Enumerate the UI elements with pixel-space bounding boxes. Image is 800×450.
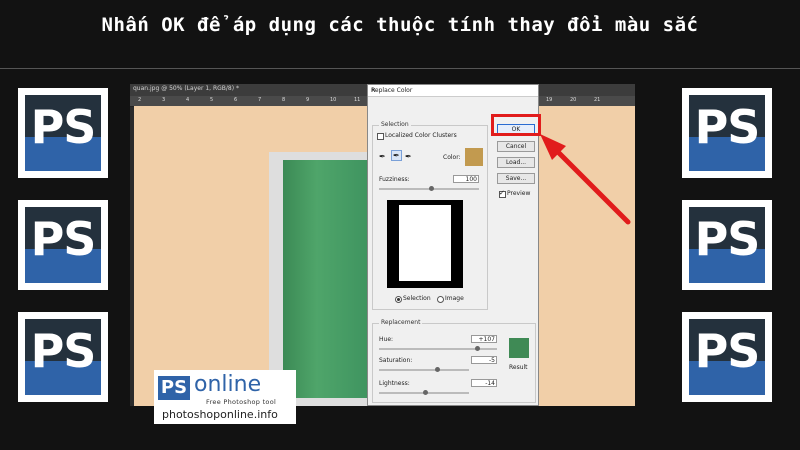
save-button[interactable]: Save... <box>497 173 535 184</box>
fuzziness-input[interactable]: 100 <box>453 175 479 183</box>
selection-radio[interactable] <box>395 296 402 303</box>
eyedropper-minus-icon[interactable]: ✒ <box>405 152 412 161</box>
image-radio[interactable] <box>437 296 444 303</box>
ps-logo-text: PS <box>30 212 97 266</box>
hue-slider-thumb[interactable] <box>475 346 480 351</box>
replace-color-dialog: Replace Color ✕ Selection Localized Colo… <box>367 84 541 406</box>
ruler-number: 8 <box>282 97 286 103</box>
ruler-number: 11 <box>354 97 361 103</box>
ruler-number: 5 <box>210 97 214 103</box>
check-icon: ✓ <box>499 189 505 197</box>
site-logo-online: online <box>194 372 262 397</box>
ruler-number: 4 <box>186 97 190 103</box>
ps-logo-right-3: PS <box>682 312 772 402</box>
banner-divider <box>0 68 800 69</box>
lightness-input[interactable]: -14 <box>471 379 497 387</box>
ps-logo-text: PS <box>694 100 761 154</box>
ps-logo-text: PS <box>30 324 97 378</box>
saturation-slider[interactable] <box>379 367 469 372</box>
ruler-number: 2 <box>138 97 142 103</box>
ps-logo-text: PS <box>694 324 761 378</box>
hue-slider[interactable] <box>379 346 497 351</box>
selection-mask <box>399 205 451 281</box>
eyedropper-icon[interactable]: ✒ <box>379 152 386 161</box>
ruler-number: 3 <box>162 97 166 103</box>
ps-logo-left-1: PS <box>18 88 108 178</box>
color-label: Color: <box>443 154 461 161</box>
selection-legend: Selection <box>379 121 411 128</box>
image-radio-label: Image <box>445 295 464 302</box>
ruler-number: 6 <box>234 97 238 103</box>
lightness-slider-thumb[interactable] <box>423 390 428 395</box>
ps-logo-right-2: PS <box>682 200 772 290</box>
site-logo-ps: PS <box>158 376 190 400</box>
localized-clusters-label: Localized Color Clusters <box>385 132 457 139</box>
site-logo-url: photoshoponline.info <box>162 408 278 421</box>
preview-label: Preview <box>507 190 531 197</box>
ruler-number: 10 <box>330 97 337 103</box>
fuzziness-slider[interactable] <box>379 186 479 191</box>
replacement-legend: Replacement <box>379 319 423 326</box>
saturation-slider-thumb[interactable] <box>435 367 440 372</box>
selection-group: Selection Localized Color Clusters ✒ ✒ ✒… <box>372 121 488 310</box>
banner-title: Nhấn OK để áp dụng các thuộc tính thay đ… <box>101 14 699 36</box>
ruler-number: 9 <box>306 97 310 103</box>
hue-input[interactable]: +107 <box>471 335 497 343</box>
ruler-number: 20 <box>570 97 577 103</box>
load-button[interactable]: Load... <box>497 157 535 168</box>
dialog-titlebar[interactable]: Replace Color ✕ <box>368 85 538 97</box>
document-tab-label: quan.jpg @ 50% (Layer 1, RGB/8) * <box>133 85 239 92</box>
cancel-button[interactable]: Cancel <box>497 141 535 152</box>
saturation-label: Saturation: <box>379 357 413 364</box>
green-shorts-image <box>283 160 368 398</box>
ps-logo-text: PS <box>694 212 761 266</box>
localized-clusters-checkbox[interactable] <box>377 133 384 140</box>
ok-highlight-box <box>491 114 541 136</box>
photoshop-window: quan.jpg @ 50% (Layer 1, RGB/8) * 2 3 4 … <box>130 84 635 406</box>
ruler-number: 21 <box>594 97 601 103</box>
fuzziness-label: Fuzziness: <box>379 176 410 183</box>
ruler-number: 19 <box>546 97 553 103</box>
lightness-label: Lightness: <box>379 380 410 387</box>
ruler-number: 7 <box>258 97 262 103</box>
ps-logo-left-2: PS <box>18 200 108 290</box>
sample-color-swatch[interactable] <box>465 148 483 166</box>
selection-preview[interactable] <box>387 200 463 288</box>
saturation-input[interactable]: -5 <box>471 356 497 364</box>
close-icon[interactable]: ✕ <box>371 87 535 94</box>
fuzziness-slider-thumb[interactable] <box>429 186 434 191</box>
ps-logo-left-3: PS <box>18 312 108 402</box>
result-color-swatch[interactable] <box>509 338 529 358</box>
ps-logo-text: PS <box>30 100 97 154</box>
ps-logo-right-1: PS <box>682 88 772 178</box>
eyedropper-plus-icon[interactable]: ✒ <box>391 150 402 161</box>
photoshoponline-logo: PS online Free Photoshop tool photoshopo… <box>154 370 296 424</box>
hue-label: Hue: <box>379 336 394 343</box>
replacement-group: Replacement Hue: +107 Saturation: -5 Lig… <box>372 319 536 403</box>
result-label: Result <box>509 364 528 371</box>
selection-radio-label: Selection <box>403 295 431 302</box>
site-logo-tagline: Free Photoshop tool <box>206 398 277 406</box>
lightness-slider[interactable] <box>379 390 469 395</box>
